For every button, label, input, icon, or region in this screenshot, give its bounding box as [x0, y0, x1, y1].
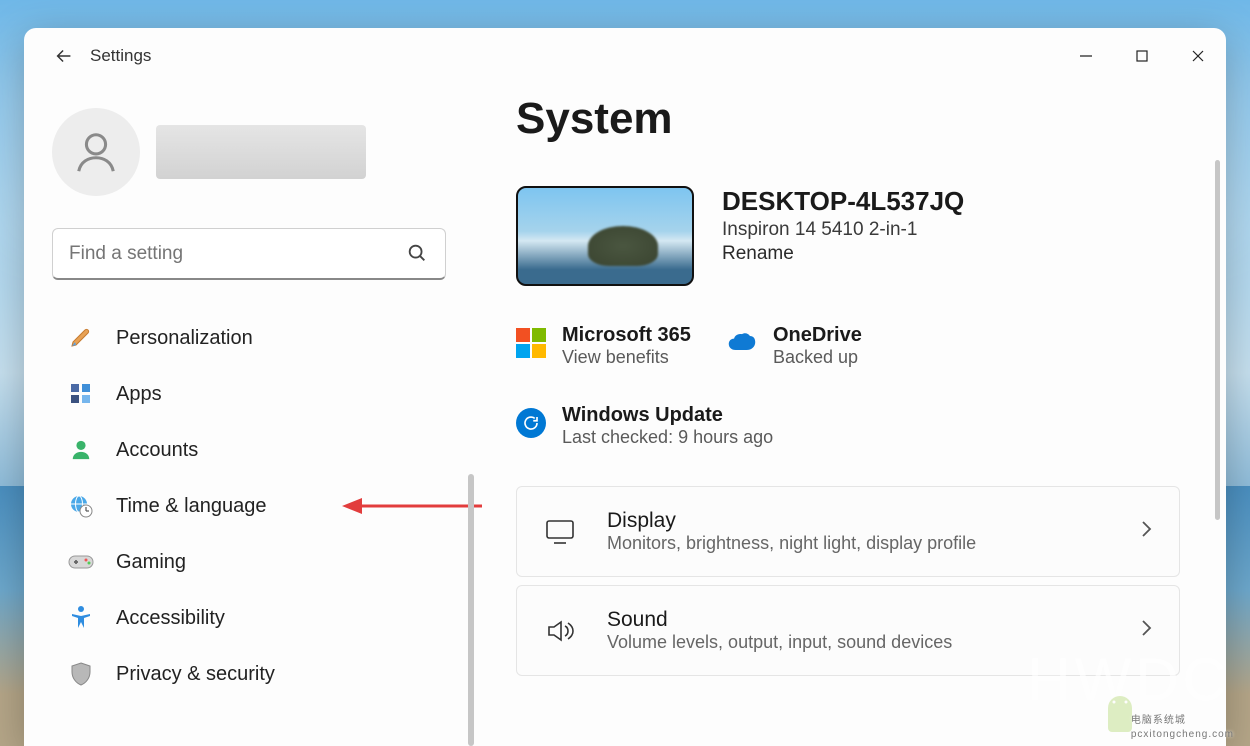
titlebar: Settings: [24, 28, 1226, 84]
sidebar-item-apps[interactable]: Apps: [52, 368, 446, 420]
status-windows-update[interactable]: Windows Update Last checked: 9 hours ago: [516, 396, 773, 456]
sidebar-item-time-language[interactable]: Time & language: [52, 480, 446, 532]
settings-window: Settings: [24, 28, 1226, 746]
shield-icon: [68, 661, 94, 687]
gamepad-icon: [68, 549, 94, 575]
minimize-button[interactable]: [1058, 32, 1114, 80]
search-icon: [406, 242, 428, 269]
setting-card-display[interactable]: Display Monitors, brightness, night ligh…: [516, 486, 1180, 577]
paintbrush-icon: [68, 325, 94, 351]
status-title: Microsoft 365: [562, 324, 691, 347]
card-title: Sound: [607, 608, 952, 632]
device-header: DESKTOP-4L537JQ Inspiron 14 5410 2-in-1 …: [516, 186, 1180, 286]
annotation-arrow: [342, 494, 482, 518]
sidebar-item-label: Time & language: [116, 495, 266, 518]
status-subtitle: Backed up: [773, 347, 862, 368]
close-button[interactable]: [1170, 32, 1226, 80]
close-icon: [1191, 49, 1205, 63]
monitor-icon: [543, 519, 577, 545]
device-model: Inspiron 14 5410 2-in-1: [722, 219, 964, 241]
sidebar-item-label: Personalization: [116, 327, 253, 350]
person-icon: [73, 129, 119, 175]
desktop-wallpaper-thumb[interactable]: [516, 186, 694, 286]
window-title: Settings: [90, 46, 151, 66]
back-arrow-icon: [53, 45, 75, 67]
maximize-button[interactable]: [1114, 32, 1170, 80]
card-subtitle: Monitors, brightness, night light, displ…: [607, 533, 976, 554]
sidebar: Personalization Apps Accounts Time & lan…: [24, 84, 474, 746]
chevron-right-icon: [1139, 618, 1153, 643]
apps-grid-icon: [68, 381, 94, 407]
globe-clock-icon: [68, 493, 94, 519]
status-microsoft365[interactable]: Microsoft 365 View benefits: [516, 316, 691, 376]
update-sync-icon: [516, 408, 546, 438]
chevron-right-icon: [1139, 519, 1153, 544]
sidebar-item-accounts[interactable]: Accounts: [52, 424, 446, 476]
user-profile[interactable]: [52, 108, 446, 196]
card-subtitle: Volume levels, output, input, sound devi…: [607, 632, 952, 653]
person-circle-icon: [68, 437, 94, 463]
setting-card-sound[interactable]: Sound Volume levels, output, input, soun…: [516, 585, 1180, 676]
device-name: DESKTOP-4L537JQ: [722, 186, 964, 217]
minimize-icon: [1079, 49, 1093, 63]
search-input[interactable]: [52, 228, 446, 280]
back-button[interactable]: [44, 36, 84, 76]
status-title: Windows Update: [562, 404, 773, 427]
main-scrollbar[interactable]: [1215, 160, 1220, 520]
sidebar-item-label: Apps: [116, 383, 162, 406]
sidebar-item-label: Accounts: [116, 439, 198, 462]
sidebar-item-label: Privacy & security: [116, 663, 275, 686]
sidebar-item-label: Accessibility: [116, 607, 225, 630]
search-box: [52, 228, 446, 280]
page-title: System: [516, 94, 1180, 144]
sidebar-item-privacy[interactable]: Privacy & security: [52, 648, 446, 700]
accessibility-icon: [68, 605, 94, 631]
card-title: Display: [607, 509, 976, 533]
avatar: [52, 108, 140, 196]
maximize-icon: [1135, 49, 1149, 63]
main-content: System DESKTOP-4L537JQ Inspiron 14 5410 …: [474, 84, 1226, 746]
onedrive-cloud-icon: [727, 328, 757, 358]
speaker-icon: [543, 618, 577, 644]
sidebar-item-accessibility[interactable]: Accessibility: [52, 592, 446, 644]
sidebar-item-label: Gaming: [116, 551, 186, 574]
sidebar-item-personalization[interactable]: Personalization: [52, 312, 446, 364]
microsoft-logo-icon: [516, 328, 546, 358]
android-icon: [1100, 692, 1140, 736]
status-onedrive[interactable]: OneDrive Backed up: [727, 316, 862, 376]
status-subtitle: Last checked: 9 hours ago: [562, 427, 773, 448]
user-name-redacted: [156, 125, 366, 179]
status-subtitle: View benefits: [562, 347, 691, 368]
sidebar-item-gaming[interactable]: Gaming: [52, 536, 446, 588]
status-title: OneDrive: [773, 324, 862, 347]
rename-link[interactable]: Rename: [722, 243, 964, 265]
